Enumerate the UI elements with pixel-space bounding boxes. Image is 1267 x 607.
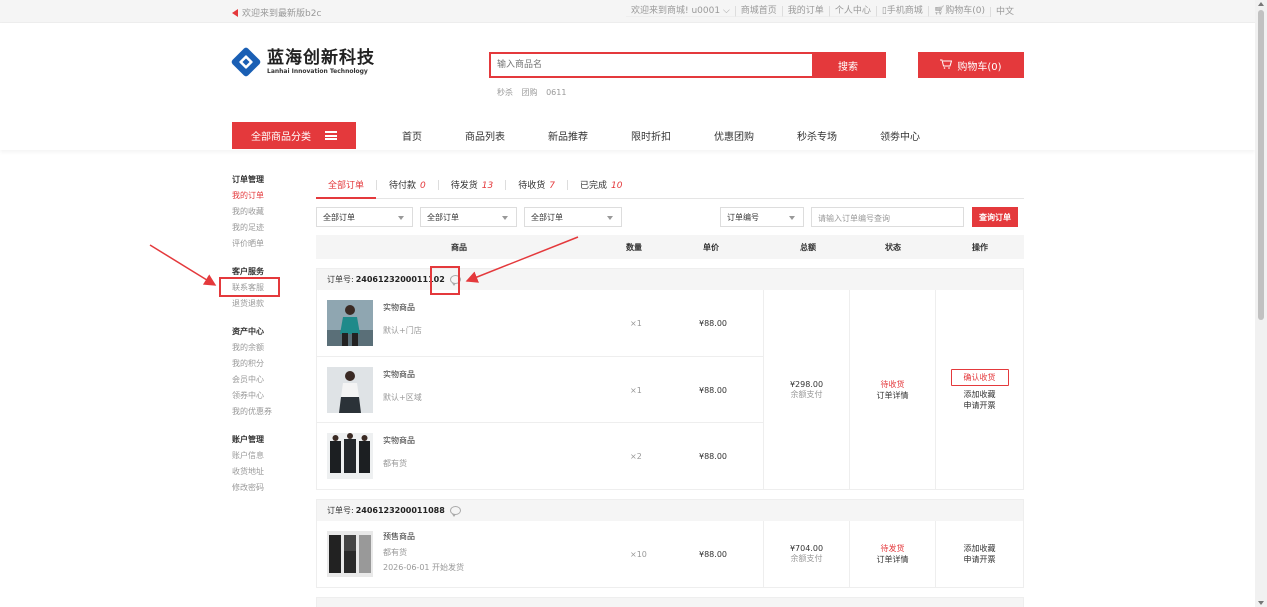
annotation-arrows <box>149 236 579 286</box>
scroll-up-icon[interactable] <box>1258 2 1264 6</box>
annotation-arrow <box>465 236 579 283</box>
annotation-arrow <box>149 244 217 286</box>
scroll-thumb[interactable] <box>1258 10 1264 320</box>
scroll-down-icon[interactable] <box>1258 601 1264 605</box>
page-scrollbar[interactable] <box>1255 0 1267 607</box>
